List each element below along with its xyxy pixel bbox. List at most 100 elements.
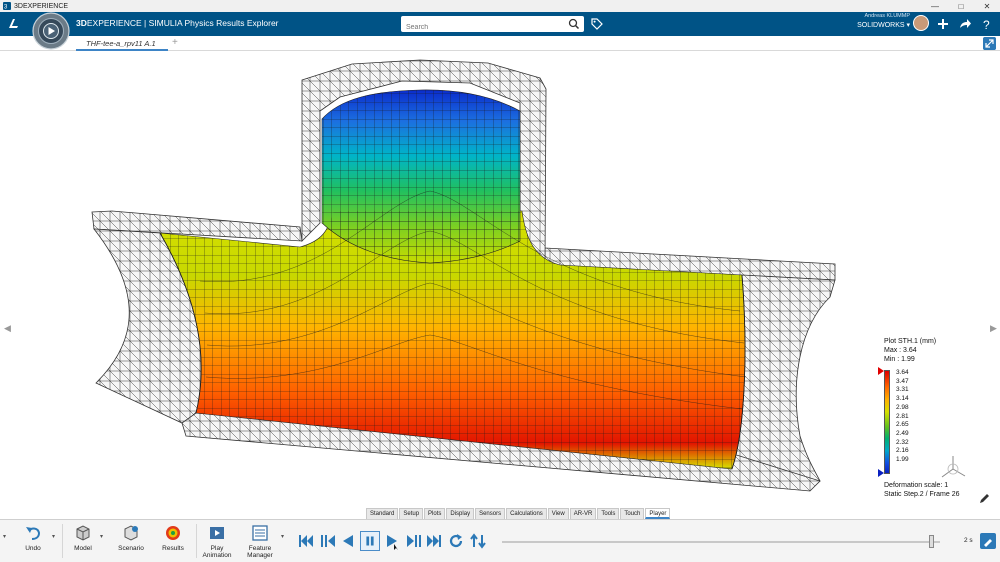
- brand-prefix: 3D: [76, 18, 87, 28]
- frame-slider[interactable]: [502, 541, 940, 543]
- legend-tick-label: 2.81: [896, 412, 909, 420]
- legend-tick-label: 3.31: [896, 386, 909, 394]
- axis-triad-icon[interactable]: [938, 453, 968, 483]
- legend-tick-label: 2.65: [896, 421, 909, 429]
- tab-thf-tee[interactable]: THF-tee-a_rpv11 A.1: [76, 36, 168, 51]
- search-icon[interactable]: [568, 18, 580, 30]
- close-button[interactable]: ✕: [974, 0, 1000, 12]
- legend-ticks: 3.64 3.47 3.31 3.14 2.98 2.81 2.65 2.49 2.32 2.16…: [896, 369, 909, 465]
- legend-min-marker-icon[interactable]: [878, 469, 884, 477]
- share-icon[interactable]: [958, 17, 972, 31]
- tab-player[interactable]: Player: [645, 508, 671, 519]
- bounce-icon[interactable]: [468, 531, 488, 551]
- window-titlebar: 3 3DEXPERIENCE — □ ✕: [0, 0, 1000, 12]
- frame-slider-handle[interactable]: [929, 535, 935, 548]
- legend-min: Min : 1.99: [884, 356, 915, 363]
- animation-player: 2 s: [292, 521, 1000, 562]
- product-selector[interactable]: SOLIDWORKS ▾: [840, 21, 910, 29]
- right-panel-arrow-icon[interactable]: ▶: [990, 323, 997, 334]
- user-name: Andreas KLUMMP: [864, 13, 910, 19]
- pause-icon[interactable]: [360, 531, 380, 551]
- search-input[interactable]: [401, 19, 561, 36]
- speed-value[interactable]: 2 s: [964, 537, 973, 544]
- first-frame-icon[interactable]: [296, 531, 316, 551]
- maximize-button[interactable]: □: [948, 0, 974, 12]
- left-panel-arrow-icon[interactable]: ◀: [4, 323, 11, 334]
- tab-tools[interactable]: Tools: [597, 508, 620, 519]
- separator: [62, 524, 63, 558]
- separator: [196, 524, 197, 558]
- step-forward-icon[interactable]: [404, 531, 424, 551]
- fea-mesh-model[interactable]: [0, 51, 1000, 507]
- search-box[interactable]: [401, 16, 584, 36]
- add-icon[interactable]: [936, 17, 950, 31]
- window-controls: — □ ✕: [922, 0, 1000, 12]
- play-forward-icon[interactable]: [382, 531, 402, 551]
- top-bar: 3DEXPERIENCE | SIMULIA Physics Results E…: [0, 12, 1000, 36]
- minimize-button[interactable]: —: [922, 0, 948, 12]
- legend-tick-label: 2.98: [896, 403, 909, 411]
- loop-icon[interactable]: [446, 531, 466, 551]
- tab-plots[interactable]: Plots: [424, 508, 446, 519]
- feature-manager-caret-icon[interactable]: ▾: [281, 533, 284, 540]
- model-label: Model: [74, 545, 92, 552]
- window-title: 3DEXPERIENCE: [14, 2, 69, 10]
- play-animation-button[interactable]: Play Animation: [200, 524, 234, 559]
- user-info[interactable]: Andreas KLUMMP SOLIDWORKS ▾: [840, 13, 910, 29]
- feature-manager-label-1: Feature: [248, 545, 272, 552]
- legend-max: Max : 3.64: [884, 347, 917, 354]
- play-reverse-icon[interactable]: [338, 531, 358, 551]
- step-frame: Static Step.2 / Frame 26: [884, 491, 960, 498]
- ds-logo-icon[interactable]: [6, 16, 22, 32]
- add-tab-button[interactable]: +: [172, 37, 178, 48]
- 3d-viewport[interactable]: ◀ ▶: [0, 51, 1000, 507]
- feature-manager-label-2: Manager: [247, 552, 273, 559]
- results-button[interactable]: Results: [158, 524, 188, 552]
- legend-color-bar: [884, 370, 890, 474]
- tab-display[interactable]: Display: [446, 508, 475, 519]
- tab-view[interactable]: View: [547, 508, 569, 519]
- tab-label: THF-tee-a_rpv11 A.1: [86, 39, 156, 48]
- scenario-button[interactable]: Scenario: [114, 524, 148, 552]
- app-logo-icon: 3: [3, 2, 11, 10]
- avatar[interactable]: [913, 15, 929, 31]
- app-brand: 3DEXPERIENCE | SIMULIA Physics Results E…: [76, 18, 279, 28]
- results-icon: [166, 526, 180, 540]
- help-icon[interactable]: ?: [980, 17, 994, 31]
- scenario-icon: [124, 525, 138, 541]
- tab-standard[interactable]: Standard: [366, 508, 399, 519]
- legend-tick-label: 1.99: [896, 456, 909, 464]
- result-legend: Plot STH.1 (mm) Max : 3.64 Min : 1.99: [884, 337, 994, 364]
- feature-manager-icon: [252, 525, 268, 541]
- brand-name: EXPERIENCE | SIMULIA Physics Results Exp…: [86, 18, 279, 28]
- model-button[interactable]: Model: [68, 524, 98, 552]
- tab-touch[interactable]: Touch: [620, 508, 645, 519]
- last-frame-icon[interactable]: [424, 531, 444, 551]
- legend-tick-label: 3.14: [896, 395, 909, 403]
- product-name: SOLIDWORKS: [857, 22, 905, 29]
- compass-widget[interactable]: [32, 12, 70, 50]
- tab-sensors[interactable]: Sensors: [475, 508, 506, 519]
- model-caret-icon[interactable]: ▾: [100, 533, 103, 540]
- tab-calculations[interactable]: Calculations: [506, 508, 547, 519]
- model-icon: [76, 525, 90, 541]
- step-back-icon[interactable]: [318, 531, 338, 551]
- legend-title: Plot STH.1 (mm): [884, 338, 937, 345]
- feature-manager-button[interactable]: Feature Manager: [242, 524, 278, 559]
- tag-icon[interactable]: [590, 17, 604, 31]
- undo-caret-icon[interactable]: ▾: [52, 533, 55, 540]
- undo-label: Undo: [25, 545, 41, 552]
- app-window: 3 3DEXPERIENCE — □ ✕ 3DEXPERIENCE | SIMU…: [0, 0, 1000, 562]
- tab-ar-vr[interactable]: AR-VR: [569, 508, 597, 519]
- expand-icon[interactable]: [983, 37, 996, 50]
- undo-button[interactable]: Undo: [18, 524, 48, 552]
- tab-setup[interactable]: Setup: [399, 508, 424, 519]
- player-settings-icon[interactable]: [980, 533, 996, 549]
- legend-tick-label: 2.32: [896, 438, 909, 446]
- annotation-pen-icon[interactable]: [978, 493, 990, 505]
- scenario-label: Scenario: [118, 545, 144, 552]
- legend-tick-label: 3.64: [896, 369, 909, 376]
- document-tabs: THF-tee-a_rpv11 A.1 +: [0, 36, 1000, 51]
- svg-text:?: ?: [983, 18, 990, 31]
- actionbar-menu-caret-icon[interactable]: ▾: [3, 533, 6, 540]
